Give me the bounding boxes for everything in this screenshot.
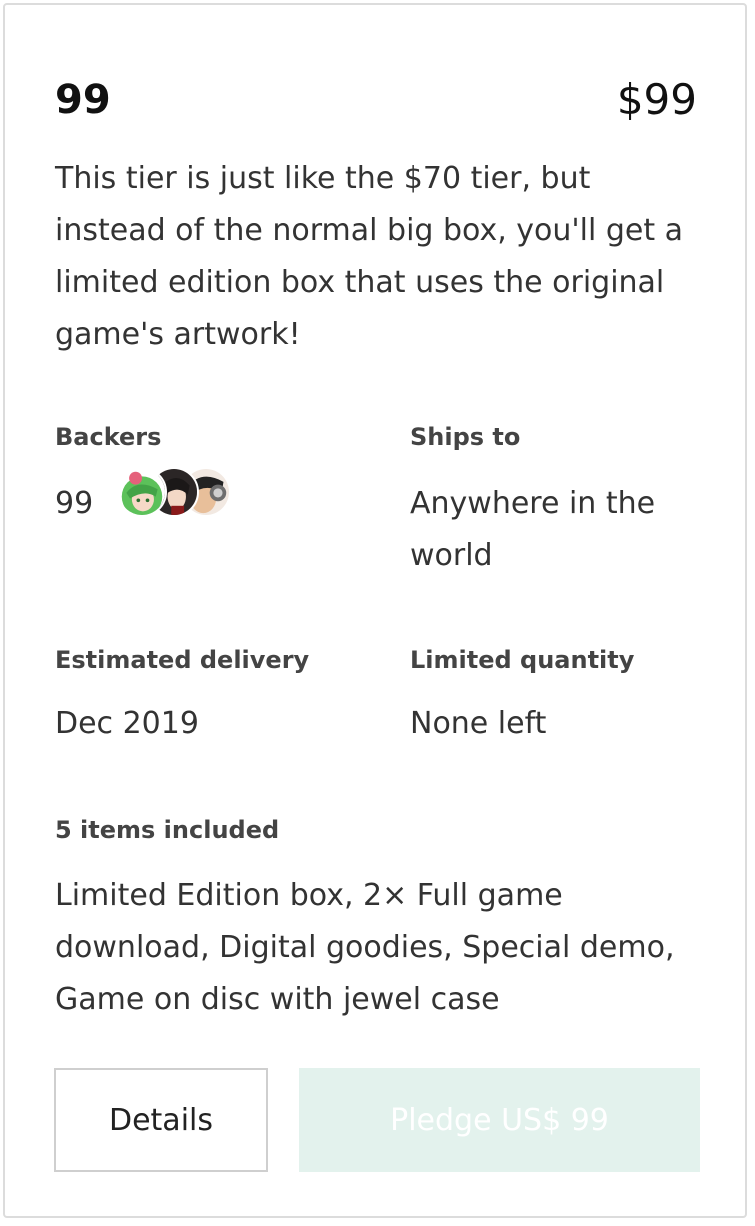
estimated-delivery-value: Dec 2019 (55, 706, 199, 741)
ships-to-value: Anywhere in the world (410, 486, 656, 573)
items-included-list: Limited Edition box, 2× Full game downlo… (55, 878, 675, 1017)
green-haired-character-avatar (117, 467, 167, 517)
tier-title: 99 (55, 77, 111, 123)
items-included-label: 5 items included (55, 816, 280, 844)
backers-count: 99 (55, 486, 94, 521)
backer-avatars (117, 467, 237, 519)
limited-quantity-value: None left (410, 706, 547, 741)
limited-quantity-label: Limited quantity (410, 646, 635, 674)
backers-label: Backers (55, 423, 162, 451)
pledge-button[interactable]: Pledge US$ 99 (299, 1068, 700, 1172)
reward-tier-card: 99 $99 This tier is just like the $70 ti… (3, 3, 747, 1218)
tier-description: This tier is just like the $70 tier, but… (55, 161, 684, 352)
ships-to-label: Ships to (410, 423, 521, 451)
details-button[interactable]: Details (54, 1068, 268, 1172)
tier-price: $99 (616, 75, 697, 124)
estimated-delivery-label: Estimated delivery (55, 646, 310, 674)
